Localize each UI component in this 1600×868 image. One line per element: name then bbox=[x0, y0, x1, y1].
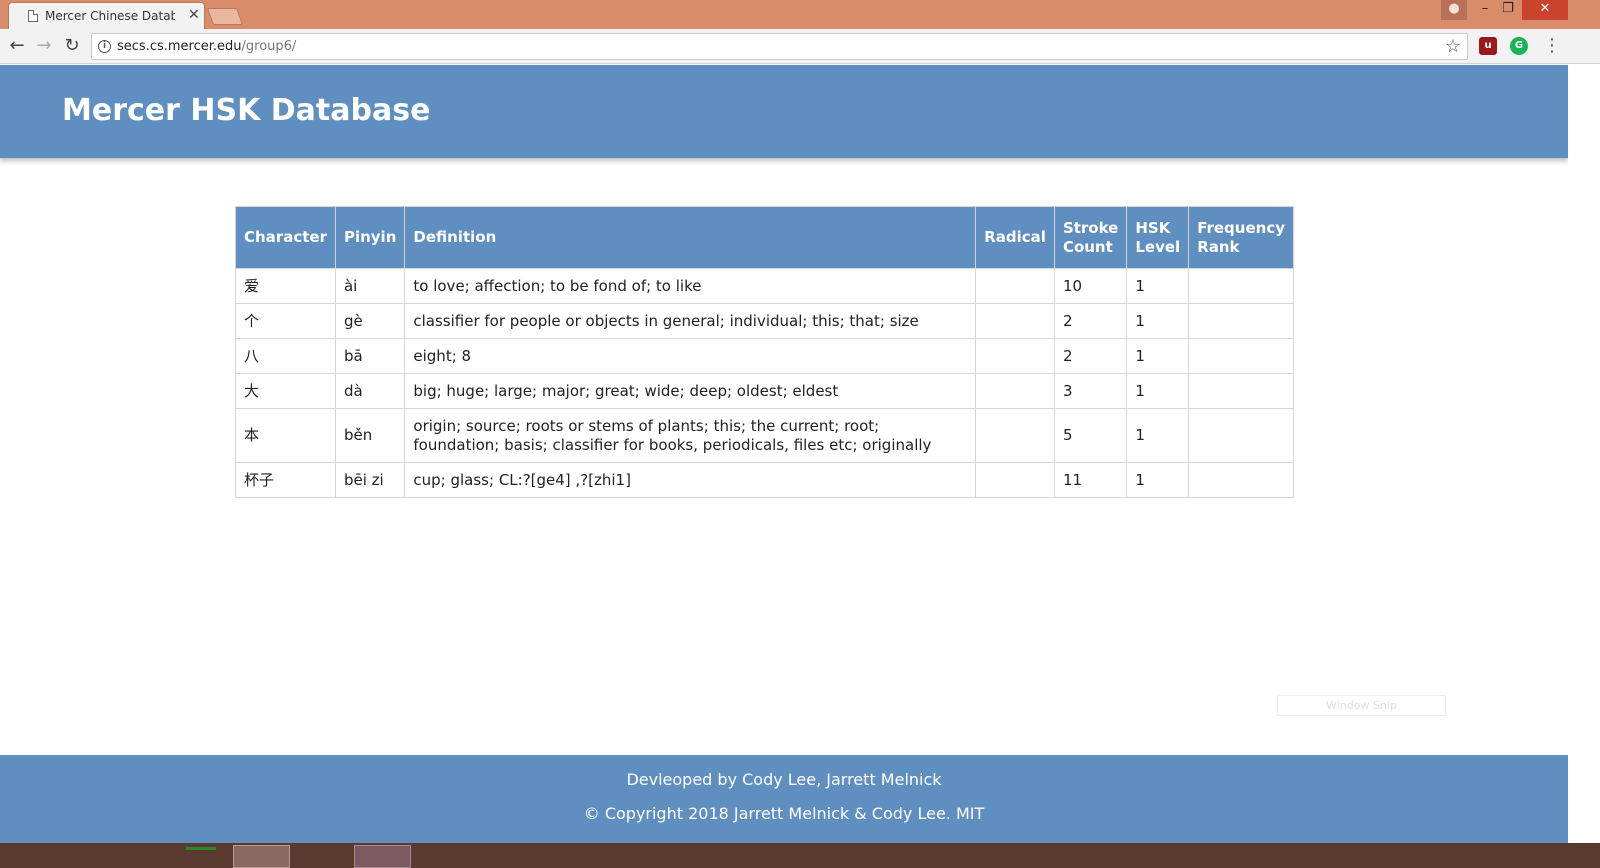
cell-definition: big; huge; large; major; great; wide; de… bbox=[404, 373, 977, 409]
cell-radical bbox=[975, 303, 1055, 339]
footer-credits: Devleoped by Cody Lee, Jarrett Melnick bbox=[626, 770, 942, 789]
cell-pinyin: ài bbox=[334, 268, 406, 304]
cell-pinyin: běn bbox=[334, 408, 406, 463]
cell-character: 杯子 bbox=[235, 462, 336, 498]
grammarly-icon[interactable]: G bbox=[1510, 37, 1528, 55]
back-arrow-icon[interactable]: ← bbox=[6, 35, 28, 57]
cell-frequency-rank bbox=[1188, 408, 1294, 463]
address-bar[interactable]: i secs.cs.mercer.edu/group6/ ☆ bbox=[91, 33, 1468, 60]
close-icon[interactable]: ✕ bbox=[188, 7, 200, 23]
cell-radical bbox=[975, 268, 1055, 304]
browser-titlebar: Mercer Chinese Database ✕ ● – ❐ ✕ bbox=[0, 0, 1600, 29]
cell-definition: origin; source; roots or stems of plants… bbox=[404, 408, 977, 463]
os-taskbar bbox=[0, 843, 1600, 868]
table-row: 本 běn origin; source; roots or stems of … bbox=[235, 408, 1294, 463]
cell-hsk-level: 1 bbox=[1126, 462, 1190, 498]
page-title: Mercer HSK Database bbox=[62, 93, 431, 128]
cell-frequency-rank bbox=[1188, 303, 1294, 339]
cell-pinyin: gè bbox=[334, 303, 406, 339]
page-scrollbar[interactable] bbox=[1568, 65, 1600, 843]
menu-icon[interactable]: ⋮ bbox=[1543, 35, 1561, 56]
column-header-stroke-count: Stroke Count bbox=[1053, 206, 1128, 269]
cell-hsk-level: 1 bbox=[1126, 268, 1190, 304]
cell-stroke-count: 2 bbox=[1053, 338, 1128, 374]
info-icon[interactable]: i bbox=[98, 40, 111, 53]
window-close-icon[interactable]: ✕ bbox=[1522, 0, 1568, 20]
page-footer: Devleoped by Cody Lee, Jarrett Melnick ©… bbox=[0, 755, 1568, 843]
url-text[interactable]: secs.cs.mercer.edu/group6/ bbox=[117, 39, 296, 54]
cell-character: 个 bbox=[235, 303, 336, 339]
table-row: 爱 ài to love; affection; to be fond of; … bbox=[235, 268, 1294, 304]
cell-frequency-rank bbox=[1188, 338, 1294, 374]
url-path: /group6/ bbox=[241, 39, 297, 54]
column-header-frequency-rank: Frequency Rank bbox=[1188, 206, 1294, 269]
cell-hsk-level: 1 bbox=[1126, 408, 1190, 463]
taskbar-app-icon[interactable] bbox=[186, 847, 216, 850]
reload-icon[interactable]: ↻ bbox=[61, 35, 83, 57]
table-header-row: Character Pinyin Definition Radical Stro… bbox=[235, 206, 1294, 269]
browser-toolbar: ← → ↻ i secs.cs.mercer.edu/group6/ ☆ u G… bbox=[0, 29, 1600, 64]
column-header-character: Character bbox=[235, 206, 336, 269]
column-header-definition: Definition bbox=[404, 206, 977, 269]
cell-character: 爱 bbox=[235, 268, 336, 304]
browser-tab[interactable]: Mercer Chinese Database ✕ bbox=[8, 2, 205, 29]
cell-hsk-level: 1 bbox=[1126, 338, 1190, 374]
cell-pinyin: bā bbox=[334, 338, 406, 374]
ublock-icon[interactable]: u bbox=[1479, 37, 1497, 55]
hsk-table: Character Pinyin Definition Radical Stro… bbox=[235, 206, 1294, 498]
table-row: 杯子 bēi zi cup; glass; CL:?[ge4] ,?[zhi1]… bbox=[235, 462, 1294, 498]
cell-character: 本 bbox=[235, 408, 336, 463]
user-icon[interactable]: ● bbox=[1441, 0, 1467, 20]
cell-stroke-count: 2 bbox=[1053, 303, 1128, 339]
cell-stroke-count: 11 bbox=[1053, 462, 1128, 498]
column-header-radical: Radical bbox=[975, 206, 1055, 269]
star-icon[interactable]: ☆ bbox=[1445, 36, 1461, 57]
cell-definition: eight; 8 bbox=[404, 338, 977, 374]
cell-pinyin: dà bbox=[334, 373, 406, 409]
table-row: 个 gè classifier for people or objects in… bbox=[235, 303, 1294, 339]
cell-pinyin: bēi zi bbox=[334, 462, 406, 498]
cell-stroke-count: 10 bbox=[1053, 268, 1128, 304]
page-icon bbox=[28, 10, 38, 22]
forward-arrow-icon[interactable]: → bbox=[33, 35, 55, 57]
cell-radical bbox=[975, 408, 1055, 463]
cell-frequency-rank bbox=[1188, 462, 1294, 498]
taskbar-app-icon[interactable] bbox=[233, 845, 290, 868]
column-header-hsk-level: HSK Level bbox=[1126, 206, 1190, 269]
cell-radical bbox=[975, 373, 1055, 409]
cell-frequency-rank bbox=[1188, 373, 1294, 409]
new-tab-button[interactable] bbox=[206, 8, 244, 25]
table-row: 八 bā eight; 8 2 1 bbox=[235, 338, 1294, 374]
cell-character: 八 bbox=[235, 338, 336, 374]
cell-radical bbox=[975, 462, 1055, 498]
cell-definition: cup; glass; CL:?[ge4] ,?[zhi1] bbox=[404, 462, 977, 498]
tab-title: Mercer Chinese Database bbox=[45, 9, 175, 23]
window-snip-overlay: Window Snip bbox=[1277, 695, 1446, 716]
cell-radical bbox=[975, 338, 1055, 374]
cell-stroke-count: 3 bbox=[1053, 373, 1128, 409]
url-host: secs.cs.mercer.edu bbox=[117, 39, 242, 54]
column-header-pinyin: Pinyin bbox=[334, 206, 406, 269]
cell-hsk-level: 1 bbox=[1126, 373, 1190, 409]
cell-definition: to love; affection; to be fond of; to li… bbox=[404, 268, 977, 304]
cell-definition: classifier for people or objects in gene… bbox=[404, 303, 977, 339]
page-header: Mercer HSK Database bbox=[0, 65, 1568, 158]
cell-stroke-count: 5 bbox=[1053, 408, 1128, 463]
cell-character: 大 bbox=[235, 373, 336, 409]
table-row: 大 dà big; huge; large; major; great; wid… bbox=[235, 373, 1294, 409]
taskbar-app-icon[interactable] bbox=[354, 845, 411, 868]
maximize-icon[interactable]: ❐ bbox=[1493, 0, 1523, 20]
cell-frequency-rank bbox=[1188, 268, 1294, 304]
cell-hsk-level: 1 bbox=[1126, 303, 1190, 339]
footer-copyright: © Copyright 2018 Jarrett Melnick & Cody … bbox=[583, 804, 985, 823]
